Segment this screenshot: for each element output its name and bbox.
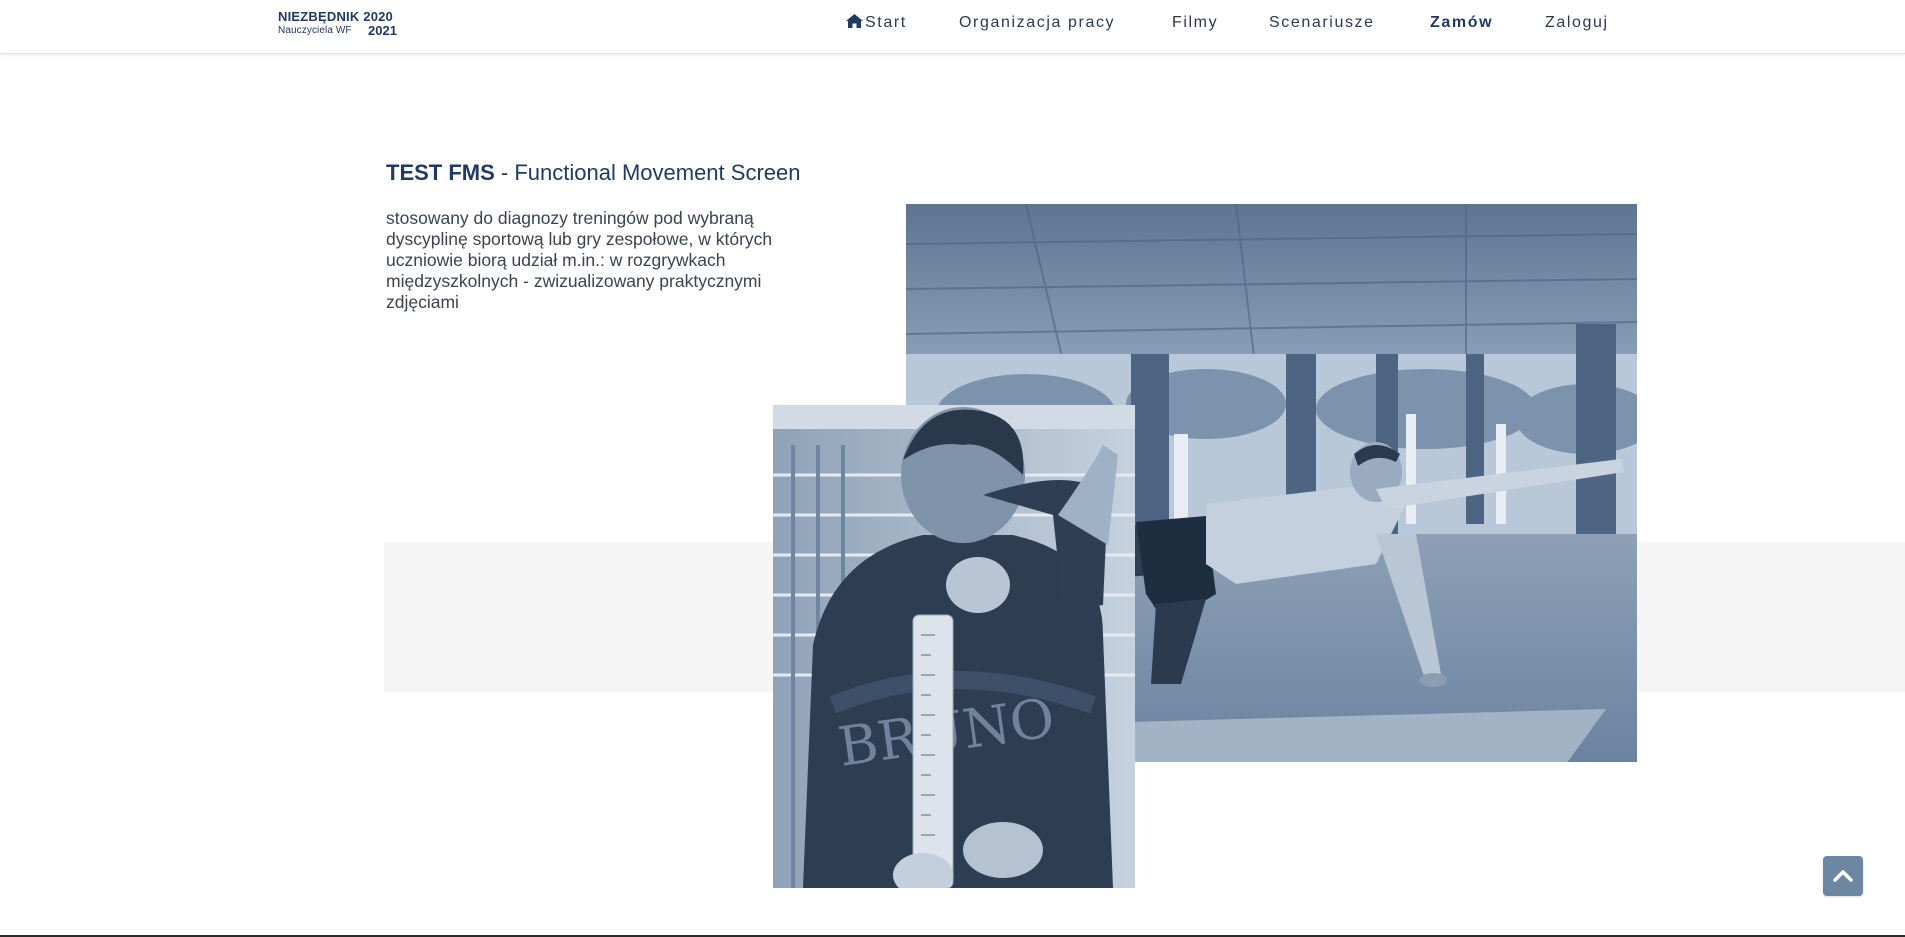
logo-year: 2021 [368, 23, 397, 38]
nav-item-zaloguj[interactable]: Zaloguj [1545, 14, 1609, 32]
nav-item-filmy[interactable]: Filmy [1172, 14, 1218, 32]
site-logo[interactable]: NIEZBĘDNIK 2020 Nauczyciela WF 2021 [278, 9, 410, 39]
nav-item-organizacja-pracy[interactable]: Organizacja pracy [959, 14, 1115, 32]
title-rest: - Functional Movement Screen [494, 160, 801, 185]
chevron-up-icon [1833, 870, 1853, 882]
scroll-to-top-button[interactable] [1823, 856, 1863, 896]
title-bold: TEST FMS [386, 160, 495, 185]
nav-item-scenariusze[interactable]: Scenariusze [1269, 14, 1375, 32]
home-icon [846, 14, 863, 28]
nav-label: Start [865, 14, 907, 31]
top-navbar: NIEZBĘDNIK 2020 Nauczyciela WF 2021 Star… [0, 0, 1905, 54]
section-title: TEST FMS - Functional Movement Screen [386, 160, 800, 186]
nav-item-zamow[interactable]: Zamów [1430, 14, 1493, 32]
nav-item-start[interactable]: Start [846, 14, 907, 32]
logo-title: NIEZBĘDNIK 2020 [278, 9, 393, 24]
section-description: stosowany do diagnozy treningów pod wybr… [386, 208, 773, 312]
photo-shoulder-mobility-test: BRUNO [773, 405, 1135, 888]
logo-subtitle: Nauczyciela WF [278, 25, 352, 36]
